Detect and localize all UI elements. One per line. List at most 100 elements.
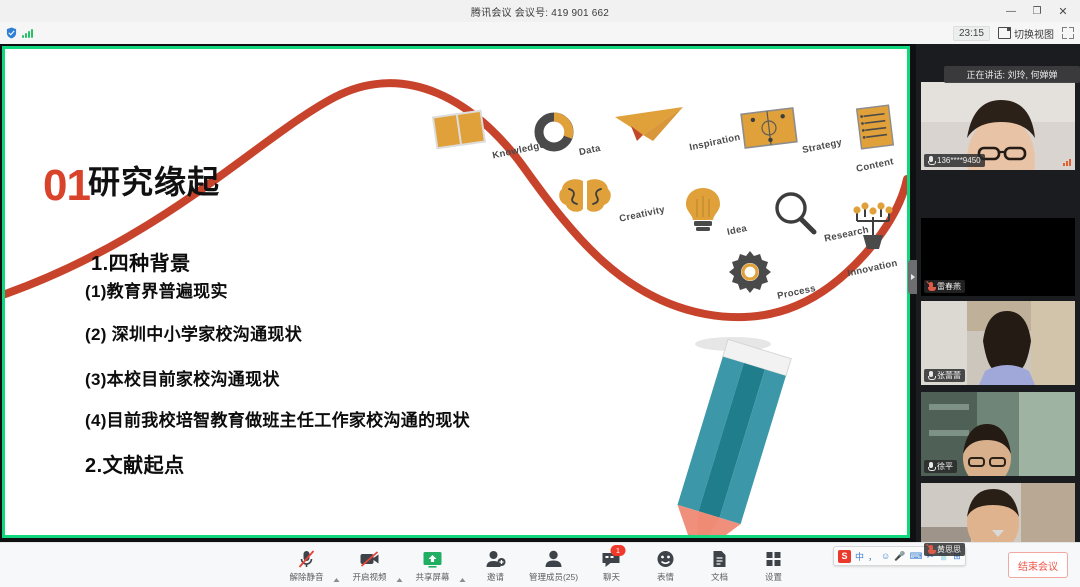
- microphone-icon: [928, 156, 936, 165]
- paper-plane-icon: [615, 107, 683, 141]
- book-icon: [431, 109, 486, 150]
- window-controls: — ❐ ✕: [998, 0, 1076, 22]
- participant-tile[interactable]: 徐平: [921, 392, 1075, 476]
- slide-number: 01: [43, 161, 91, 210]
- participant-name: 雷春燕: [937, 282, 961, 291]
- share-options-caret[interactable]: [459, 561, 469, 582]
- mindmap-label: Creativity: [618, 204, 667, 225]
- mindmap-label: Process: [776, 283, 818, 302]
- toolbar-settings-button[interactable]: 设置: [747, 546, 801, 583]
- list-document-icon: [855, 104, 895, 150]
- shared-screen-region: 01 研究缘起 1.四种背景 (1)教育界普遍现实 (2) 深圳中小学家校沟通现…: [0, 44, 916, 542]
- participant-name: 徐平: [937, 462, 953, 471]
- chat-bubble-icon: 1: [601, 545, 626, 569]
- gear-icon: [729, 251, 771, 293]
- participant-name: 136****9450: [937, 156, 981, 165]
- toolbar-label: 邀请: [486, 572, 504, 582]
- slide-bullet-list: 1.四种背景 (1)教育界普遍现实 (2) 深圳中小学家校沟通现状 (3)本校目…: [85, 247, 505, 478]
- end-meeting-label: 结束会议: [1018, 561, 1058, 573]
- volume-level-icon: [1063, 159, 1071, 166]
- idea-tree-icon: [852, 202, 893, 249]
- toolbar-chat-button[interactable]: 1 聊天: [585, 545, 639, 583]
- mindmap-item-process: Process: [727, 249, 818, 302]
- ime-emoji-icon[interactable]: ☺: [881, 551, 890, 561]
- microphone-muted-icon: [296, 549, 318, 569]
- status-left-group: [0, 27, 33, 39]
- participant-name: 黄思思: [937, 545, 961, 554]
- toolbar-members-button[interactable]: 管理成员(25): [523, 546, 585, 583]
- mindmap-item-content: Content: [843, 104, 907, 175]
- fullscreen-icon[interactable]: [1062, 27, 1074, 39]
- close-button[interactable]: ✕: [1050, 0, 1076, 22]
- participant-name-chip: 张蕾蕾: [924, 369, 965, 382]
- mindmap-label: Content: [855, 156, 895, 175]
- magnifier-icon: [775, 192, 817, 235]
- toolbar-items: 解除静音 开启视频 共享屏幕 邀请 管理成员(25) 1 聊天 表情 文档 设置: [280, 545, 801, 583]
- participant-name-chip: 雷春燕: [924, 280, 965, 293]
- ime-punctuation-icon[interactable]: ，: [868, 550, 877, 563]
- participant-tile[interactable]: 136****9450: [921, 82, 1075, 170]
- pencil-illustration: [677, 337, 792, 535]
- bullet-item: (3)本校目前家校沟通现状: [85, 370, 280, 389]
- video-options-caret[interactable]: [396, 561, 406, 582]
- toolbar-document-button[interactable]: 文档: [693, 546, 747, 583]
- signal-strength-icon: [22, 28, 33, 38]
- toolbar-mute-button[interactable]: 解除静音: [280, 546, 334, 583]
- toolbar-emoji-button[interactable]: 表情: [639, 546, 693, 583]
- meeting-status-bar: 23:15 切换视图: [0, 22, 1080, 45]
- toolbar-label: 表情: [656, 572, 674, 582]
- participant-name: 张蕾蕾: [937, 371, 961, 380]
- scroll-down-button[interactable]: [916, 526, 1080, 540]
- emoji-icon: [655, 549, 677, 569]
- mindmap-item-strategy: Strategy: [740, 107, 844, 156]
- participant-tile[interactable]: 张蕾蕾: [921, 301, 1075, 385]
- minimize-button[interactable]: —: [998, 0, 1024, 22]
- switch-view-button[interactable]: 切换视图: [998, 26, 1054, 41]
- participant-name-chip: 徐平: [924, 460, 957, 473]
- toolbar-label: 开启视频: [352, 572, 387, 582]
- toolbar-share-button[interactable]: 共享屏幕: [406, 546, 460, 583]
- mindmap-item-creativity: Creativity: [555, 175, 667, 225]
- ime-voice-icon[interactable]: 🎤: [894, 551, 905, 562]
- participant-panel: 正在讲话: 刘玲, 何婵婵 136****9450 雷春燕 张蕾蕾 徐平 黄思思: [908, 44, 1080, 559]
- speaking-indicator: 正在讲话: 刘玲, 何婵婵: [944, 66, 1080, 83]
- tencent-meeting-window: 腾讯会议 会议号: 419 901 662 — ❐ ✕ 23:15 切换视图 0…: [0, 0, 1080, 587]
- shield-icon: [6, 27, 17, 39]
- sogou-logo-icon: S: [838, 549, 851, 563]
- ime-mode-icon[interactable]: 中: [855, 550, 864, 563]
- settings-grid-icon: [763, 549, 785, 569]
- microphone-muted-icon: [928, 545, 936, 554]
- participant-name-chip: 黄思思: [924, 543, 965, 556]
- invite-user-icon: [485, 549, 507, 569]
- document-icon: [709, 549, 731, 569]
- mindmap-label: Data: [578, 142, 603, 159]
- manage-members-icon: [543, 549, 565, 569]
- toolbar-video-button[interactable]: 开启视频: [343, 546, 397, 583]
- mindmap-item-idea: Idea: [683, 185, 749, 238]
- meeting-stage: 01 研究缘起 1.四种背景 (1)教育界普遍现实 (2) 深圳中小学家校沟通现…: [0, 44, 1080, 559]
- ime-keyboard-icon[interactable]: ⌨: [909, 551, 922, 562]
- slide-title: 研究缘起: [88, 164, 221, 200]
- end-meeting-button[interactable]: 结束会议: [1008, 552, 1068, 578]
- playbook-icon: [740, 107, 798, 149]
- toolbar-label: 聊天: [602, 572, 620, 582]
- camera-off-icon: [359, 549, 381, 569]
- bullet-item: (4)目前我校培智教育做班主任工作家校沟通的现状: [85, 411, 470, 430]
- switch-view-label: 切换视图: [1014, 29, 1054, 41]
- mindmap-item-innovation: Innovation: [838, 201, 907, 280]
- mute-options-caret[interactable]: [333, 561, 343, 582]
- participant-tile[interactable]: 雷春燕: [921, 218, 1075, 296]
- bullet-item: (1)教育界普遍现实: [85, 282, 228, 301]
- toolbar-invite-button[interactable]: 邀请: [469, 546, 523, 583]
- toolbar-label: 管理成员(25): [528, 572, 579, 582]
- maximize-button[interactable]: ❐: [1024, 0, 1050, 22]
- mindmap-item-inspiration: Inspiration: [613, 105, 742, 153]
- toolbar-label: 设置: [764, 572, 782, 582]
- status-right-group: 23:15 切换视图: [952, 25, 1080, 41]
- mindmap-label: Innovation: [846, 257, 899, 280]
- mindmap-item-data: Data: [533, 111, 603, 159]
- bullet-item: 2.文献起点: [85, 455, 185, 478]
- meeting-timer: 23:15: [952, 25, 990, 41]
- bullet-item: 1.四种背景: [91, 253, 191, 275]
- panel-collapse-handle[interactable]: [908, 260, 917, 294]
